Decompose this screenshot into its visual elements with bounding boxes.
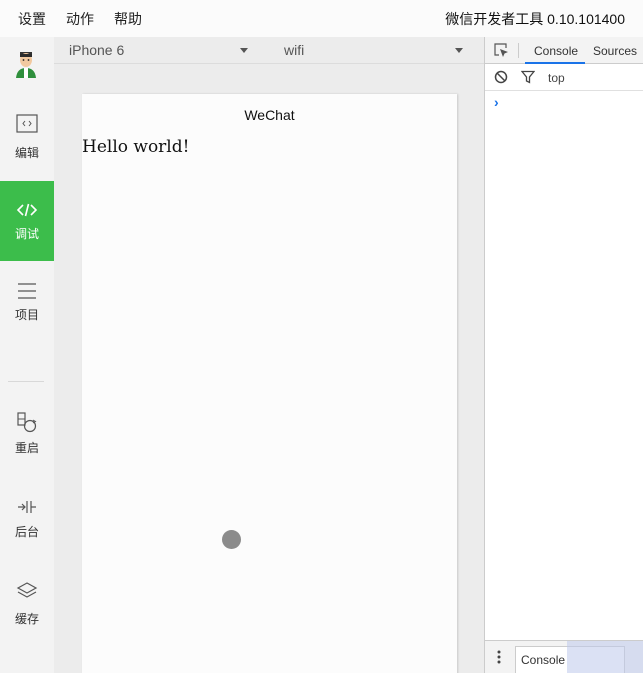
context-select[interactable]: top	[548, 71, 565, 85]
drawer-tab-label: Console	[521, 653, 566, 667]
code-file-icon	[15, 112, 39, 136]
inspect-element-icon[interactable]	[493, 42, 509, 58]
simulator-panel: iPhone 6 wifi WeChat Hello world!	[54, 37, 484, 673]
page-text: Hello world!	[82, 137, 190, 157]
layers-icon	[15, 580, 39, 604]
tab-console[interactable]: Console	[534, 44, 578, 58]
sidebar-item-label: 后台	[14, 525, 39, 539]
sidebar-item-label: 调试	[14, 227, 39, 241]
code-brackets-icon	[15, 198, 39, 222]
sidebar-divider	[8, 381, 44, 382]
sidebar: 编辑 调试 项目 重启 后台 缓存	[0, 37, 54, 673]
hamburger-list-icon	[15, 279, 39, 303]
devtools-drawer: Console	[485, 640, 643, 673]
nav-bar-title: WeChat	[244, 107, 295, 123]
touch-pointer-dot	[222, 530, 241, 549]
avatar-image	[16, 52, 36, 78]
phone-screen[interactable]: WeChat Hello world!	[82, 94, 457, 673]
console-toolbar: top	[485, 64, 643, 91]
app-title: 微信开发者工具 0.10.101400	[445, 11, 625, 27]
sidebar-item-label: 编辑	[14, 146, 39, 160]
sidebar-item-label: 重启	[14, 441, 39, 455]
filter-icon[interactable]	[520, 70, 536, 84]
network-select[interactable]: wifi	[284, 42, 304, 58]
clear-console-icon[interactable]	[494, 70, 508, 84]
device-select[interactable]: iPhone 6	[69, 42, 124, 58]
simulator-toolbar: iPhone 6 wifi	[54, 37, 484, 64]
tab-sources[interactable]: Sources	[593, 44, 637, 58]
sidebar-item-debug[interactable]: 调试	[0, 181, 54, 261]
menu-actions[interactable]: 动作	[66, 9, 94, 29]
watermark	[567, 641, 643, 673]
sidebar-item-restart[interactable]: 重启	[0, 395, 54, 475]
sidebar-item-label: 项目	[14, 308, 39, 322]
devtools-tab-bar: Console Sources	[485, 37, 643, 64]
sidebar-item-project[interactable]: 项目	[0, 261, 54, 341]
sidebar-item-edit[interactable]: 编辑	[0, 101, 54, 181]
menu-bar: 设置 动作 帮助 微信开发者工具 0.10.101400	[0, 0, 643, 37]
menu-settings[interactable]: 设置	[18, 9, 46, 29]
more-vertical-icon[interactable]	[497, 650, 501, 664]
console-prompt-icon[interactable]: ›	[494, 94, 499, 110]
chevron-down-icon	[240, 48, 248, 53]
chevron-down-icon	[455, 48, 463, 53]
sidebar-item-background[interactable]: 后台	[0, 479, 54, 559]
toolbar-separator	[518, 43, 519, 58]
background-icon	[15, 495, 39, 519]
restart-icon	[15, 411, 39, 435]
sidebar-item-cache[interactable]: 缓存	[0, 565, 54, 645]
devtools-panel: Console Sources top › Console	[484, 37, 643, 673]
menu-help[interactable]: 帮助	[114, 9, 142, 29]
avatar[interactable]	[13, 50, 39, 78]
sidebar-item-label: 缓存	[14, 612, 39, 626]
